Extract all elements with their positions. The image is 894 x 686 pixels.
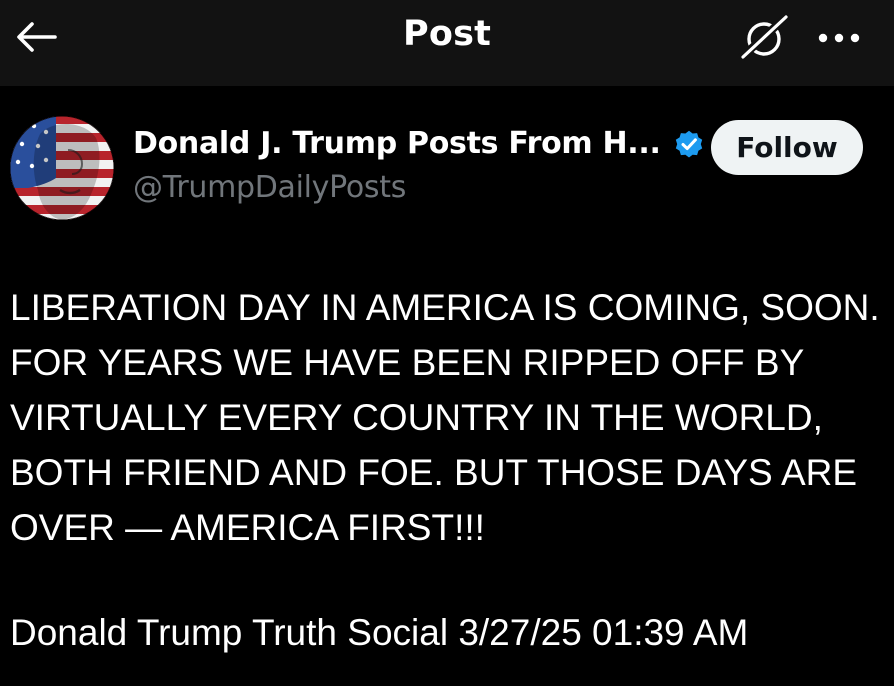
flag-portrait-avatar	[10, 116, 114, 220]
post-text: LIBERATION DAY IN AMERICA IS COMING, SOO…	[10, 287, 880, 548]
top-navigation-bar: Post	[0, 0, 894, 86]
grok-icon	[738, 13, 790, 61]
author-display-name[interactable]: Donald J. Trump Posts From H...	[133, 126, 661, 161]
author-avatar[interactable]	[10, 116, 114, 220]
author-handle[interactable]: @TrumpDailyPosts	[133, 170, 406, 205]
verified-badge-icon	[673, 128, 705, 160]
more-horizontal-icon	[818, 33, 860, 43]
grok-button[interactable]	[736, 12, 792, 62]
author-name-row: Donald J. Trump Posts From H...	[133, 126, 705, 161]
more-options-button[interactable]	[812, 18, 866, 58]
post-source-line: Donald Trump Truth Social 3/27/25 01:39 …	[10, 612, 749, 653]
follow-button[interactable]: Follow	[711, 120, 863, 175]
